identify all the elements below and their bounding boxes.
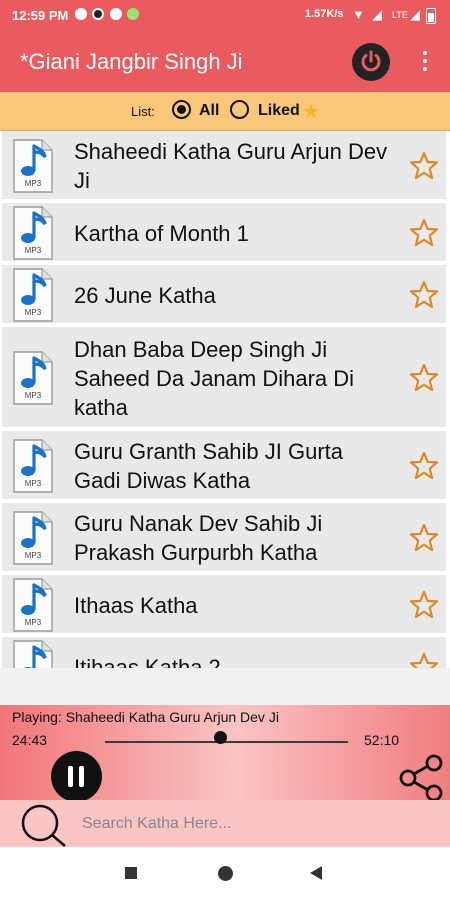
- radio-all-label[interactable]: All: [199, 102, 219, 120]
- mp3-file-icon: MP3: [12, 578, 54, 632]
- seek-bar[interactable]: [105, 741, 348, 743]
- app-bar: *Giani Jangbir Singh Ji: [0, 30, 450, 92]
- like-star-icon[interactable]: [409, 590, 439, 620]
- search-input[interactable]: [80, 809, 444, 839]
- mp3-file-icon: MP3: [12, 139, 54, 193]
- battery-icon: [426, 8, 436, 24]
- more-vert-icon[interactable]: [415, 45, 435, 77]
- svg-text:MP3: MP3: [25, 618, 42, 627]
- power-icon[interactable]: [352, 43, 390, 81]
- total-time: 52:10: [364, 732, 400, 748]
- like-star-icon[interactable]: [409, 652, 439, 668]
- radio-liked-label[interactable]: Liked: [258, 102, 300, 120]
- svg-text:MP3: MP3: [25, 479, 42, 488]
- star-icon: ★: [302, 101, 320, 123]
- home-icon[interactable]: [218, 866, 233, 881]
- current-time: 24:43: [12, 732, 48, 748]
- system-nav-bar: [0, 847, 450, 900]
- pause-icon[interactable]: [51, 751, 102, 802]
- track-title: Itihaas Katha 2: [74, 655, 221, 668]
- back-icon[interactable]: [310, 866, 322, 880]
- track-title: Dhan Baba Deep Singh Ji Saheed Da Janam …: [74, 337, 355, 420]
- track-title: Guru Nanak Dev Sahib Ji Prakash Gurpurbh…: [74, 511, 323, 565]
- search-icon[interactable]: [18, 803, 68, 847]
- mp3-file-icon: MP3: [12, 351, 54, 405]
- svg-text:MP3: MP3: [25, 308, 42, 317]
- like-star-icon[interactable]: [409, 151, 439, 181]
- player-panel: Playing: Shaheedi Katha Guru Arjun Dev J…: [0, 705, 450, 802]
- svg-text:MP3: MP3: [25, 179, 42, 188]
- track-row[interactable]: MP3 Itihaas Katha 2: [2, 637, 446, 668]
- like-star-icon[interactable]: [409, 363, 439, 393]
- radio-liked[interactable]: [230, 100, 249, 119]
- track-title: Kartha of Month 1: [74, 221, 249, 246]
- track-title: 26 June Katha: [74, 283, 216, 308]
- share-icon[interactable]: [398, 754, 446, 802]
- track-title: Shaheedi Katha Guru Arjun Dev Ji: [74, 139, 388, 193]
- notification-icon: [110, 8, 122, 20]
- seek-thumb[interactable]: [214, 731, 227, 744]
- track-row[interactable]: MP3 Shaheedi Katha Guru Arjun Dev Ji: [2, 131, 446, 201]
- track-row[interactable]: MP3 26 June Katha: [2, 265, 446, 325]
- status-time: 12:59 PM: [12, 8, 69, 23]
- like-star-icon[interactable]: [409, 451, 439, 481]
- status-bar: 12:59 PM 1.57K/s ▼ ◢ LTE ◢: [0, 0, 450, 30]
- svg-text:MP3: MP3: [25, 551, 42, 560]
- mp3-file-icon: MP3: [12, 268, 54, 322]
- like-star-icon[interactable]: [409, 218, 439, 248]
- search-bar: [0, 800, 450, 847]
- svg-text:MP3: MP3: [25, 246, 42, 255]
- track-list[interactable]: MP3 Shaheedi Katha Guru Arjun Dev Ji MP3 Ka…: [0, 131, 450, 668]
- now-playing: Playing: Shaheedi Katha Guru Arjun Dev J…: [12, 709, 279, 725]
- notification-icon: [92, 8, 104, 20]
- mp3-file-icon: MP3: [12, 640, 54, 668]
- track-row[interactable]: MP3 Ithaas Katha: [2, 575, 446, 635]
- signal-icon: ◢: [410, 7, 420, 22]
- radio-all[interactable]: [172, 100, 191, 119]
- mp3-file-icon: MP3: [12, 511, 54, 565]
- lte-icon: LTE: [392, 10, 408, 20]
- track-row[interactable]: MP3 Guru Nanak Dev Sahib Ji Prakash Gurpu…: [2, 503, 446, 573]
- app-title: *Giani Jangbir Singh Ji: [20, 49, 243, 74]
- network-speed: 1.57K/s: [305, 8, 344, 20]
- mp3-file-icon: MP3: [12, 439, 54, 493]
- list-footer: [0, 668, 450, 705]
- list-filter: List: All Liked ★: [0, 92, 450, 131]
- track-title: Ithaas Katha: [74, 593, 198, 618]
- recents-icon[interactable]: [125, 867, 137, 879]
- filter-label: List:: [131, 104, 155, 119]
- svg-text:MP3: MP3: [25, 391, 42, 400]
- like-star-icon[interactable]: [409, 280, 439, 310]
- signal-icon: ◢: [372, 7, 382, 22]
- notification-icon: [75, 8, 87, 20]
- track-row[interactable]: MP3 Guru Granth Sahib JI Gurta Gadi Diwas…: [2, 431, 446, 501]
- track-row[interactable]: MP3 Kartha of Month 1: [2, 203, 446, 263]
- track-row[interactable]: MP3 Dhan Baba Deep Singh Ji Saheed Da Jan…: [2, 327, 446, 429]
- notification-icon: [127, 8, 139, 20]
- track-title: Guru Granth Sahib JI Gurta Gadi Diwas Ka…: [74, 439, 344, 493]
- like-star-icon[interactable]: [409, 523, 439, 553]
- mp3-file-icon: MP3: [12, 206, 54, 260]
- wifi-icon: ▼: [352, 7, 365, 22]
